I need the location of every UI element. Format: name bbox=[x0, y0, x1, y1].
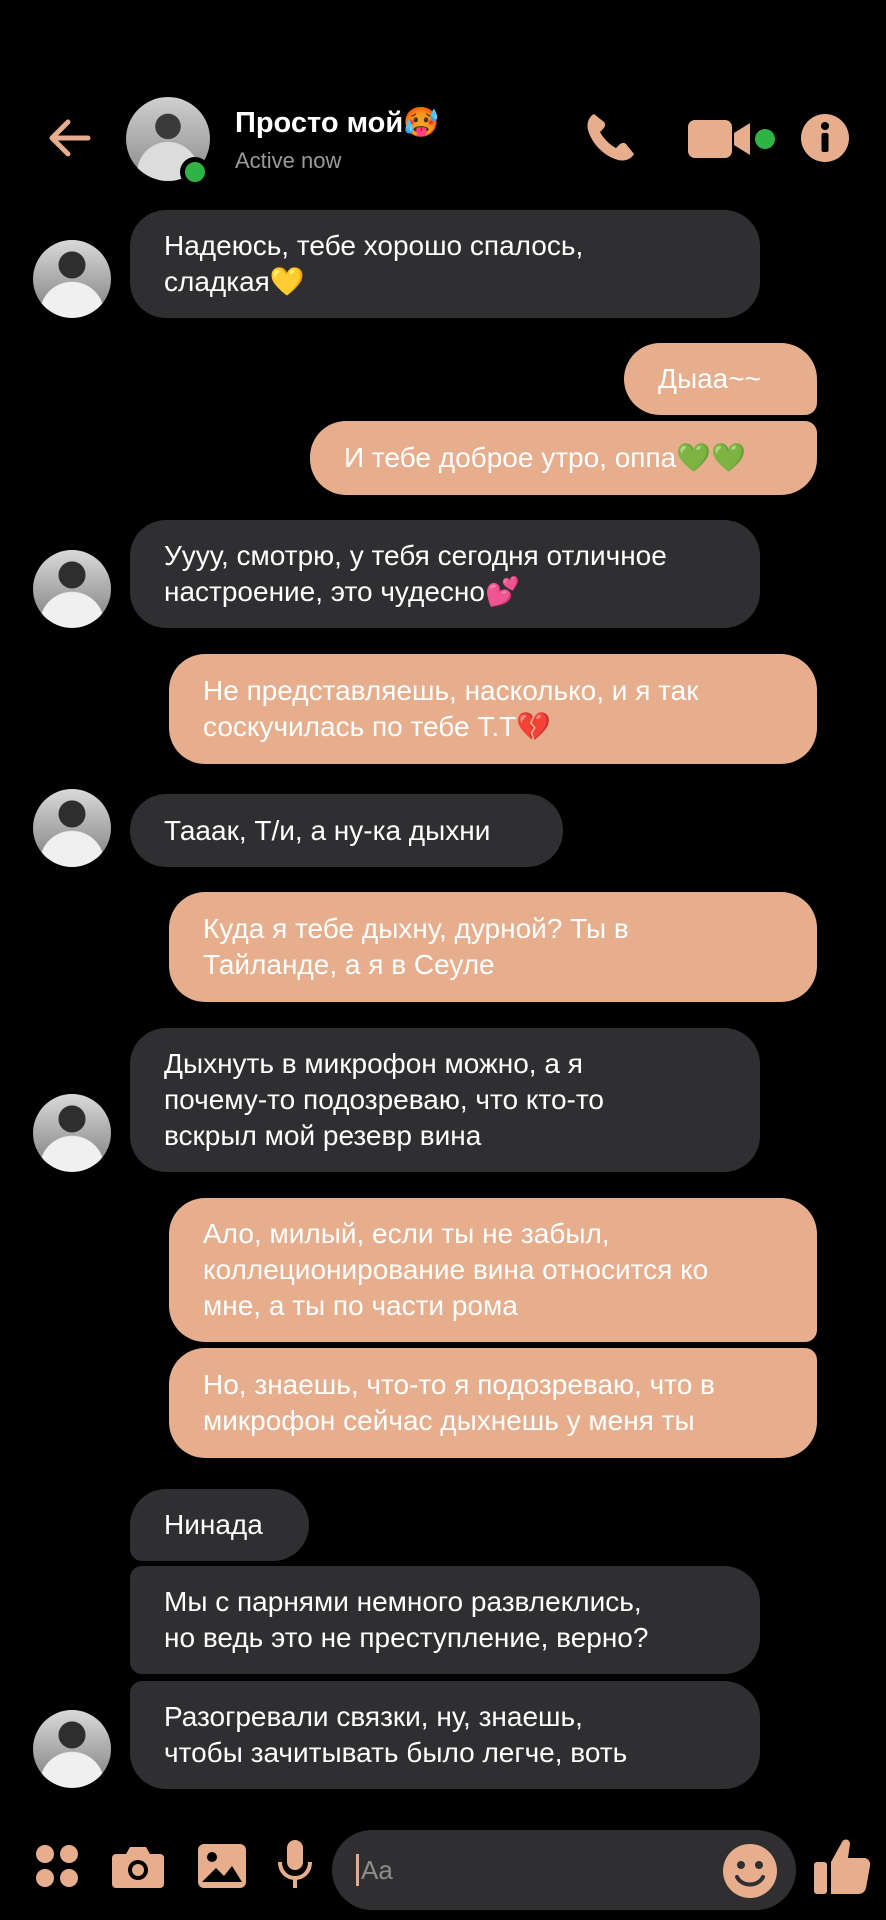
phone-icon[interactable] bbox=[580, 108, 640, 168]
contact-avatar-small bbox=[33, 240, 111, 318]
message-bubble-incoming[interactable]: Тааак, Т/и, а ну-ка дыхни bbox=[130, 794, 563, 867]
message-bubble-incoming[interactable]: Мы с парнями немного развлеклись, но вед… bbox=[130, 1566, 760, 1674]
contact-avatar-small bbox=[33, 789, 111, 867]
message-bubble-outgoing[interactable]: Но, знаешь, что-то я подозреваю, что в м… bbox=[169, 1348, 817, 1458]
chat-header: Просто мой🥵 Active now bbox=[0, 0, 886, 210]
contact-avatar-small bbox=[33, 1710, 111, 1788]
emoji-icon[interactable] bbox=[722, 1843, 778, 1899]
contact-status: Active now bbox=[235, 148, 342, 173]
video-camera-icon[interactable] bbox=[688, 118, 754, 160]
message-bubble-outgoing[interactable]: Дыаа~~ bbox=[624, 343, 817, 415]
message-bubble-outgoing[interactable]: Куда я тебе дыхну, дурной? Ты в Тайланде… bbox=[169, 892, 817, 1002]
video-active-indicator bbox=[755, 129, 775, 149]
text-caret bbox=[356, 1854, 359, 1886]
gallery-icon[interactable] bbox=[198, 1844, 246, 1888]
online-indicator bbox=[180, 157, 210, 187]
message-bubble-outgoing[interactable]: Не представляешь, насколько, и я так сос… bbox=[169, 654, 817, 764]
contact-avatar-small bbox=[33, 550, 111, 628]
message-bubble-incoming[interactable]: Дыхнуть в микрофон можно, а я почему-то … bbox=[130, 1028, 760, 1172]
camera-icon[interactable] bbox=[112, 1844, 164, 1888]
message-bubble-incoming[interactable]: Разогревали связки, ну, знаешь, чтобы за… bbox=[130, 1681, 760, 1789]
back-arrow-icon[interactable] bbox=[40, 108, 100, 168]
contact-name[interactable]: Просто мой🥵 bbox=[235, 106, 439, 140]
thumbs-up-icon[interactable] bbox=[812, 1836, 872, 1896]
message-input-placeholder: Aa bbox=[361, 1854, 393, 1885]
message-bubble-incoming[interactable]: Нинада bbox=[130, 1489, 309, 1561]
mic-icon[interactable] bbox=[278, 1840, 312, 1890]
contact-avatar-small bbox=[33, 1094, 111, 1172]
message-bubble-incoming[interactable]: Уууу, смотрю, у тебя сегодня отличное на… bbox=[130, 520, 760, 628]
info-icon[interactable] bbox=[800, 113, 850, 163]
message-bubble-incoming[interactable]: Надеюсь, тебе хорошо спалось, сладкая💛 bbox=[130, 210, 760, 318]
message-bubble-outgoing[interactable]: Ало, милый, если ты не забыл, коллециони… bbox=[169, 1198, 817, 1342]
message-bubble-outgoing[interactable]: И тебе доброе утро, оппа💚💚 bbox=[310, 421, 817, 495]
apps-icon[interactable] bbox=[35, 1844, 79, 1888]
